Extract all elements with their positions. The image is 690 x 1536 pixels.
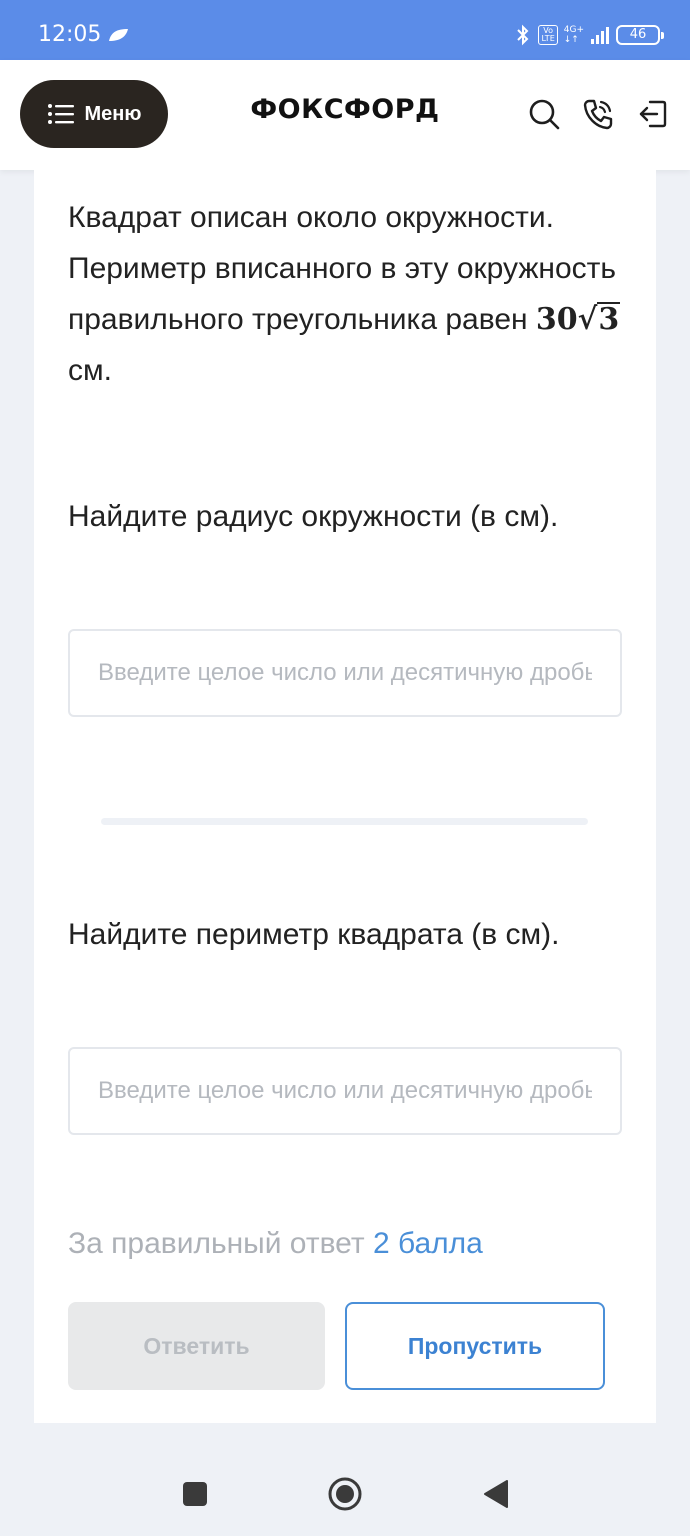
question-radius: Найдите радиус окружности (в см). <box>68 500 559 533</box>
math-expression: 30√3 <box>535 302 621 337</box>
question-perimeter: Найдите периметр квадрата (в см). <box>68 918 560 951</box>
math-radicand: 3 <box>597 302 621 337</box>
points-info: За правильный ответ 2 балла <box>68 1224 483 1264</box>
problem-text-before: Квадрат описан около окружности. Перимет… <box>68 201 617 336</box>
radius-answer-input[interactable] <box>68 629 622 717</box>
search-icon[interactable] <box>527 97 561 131</box>
problem-text-after: см. <box>68 354 112 387</box>
phone-icon[interactable] <box>581 97 615 131</box>
points-value: 2 балла <box>372 1227 483 1260</box>
volte-badge: Vo LTE <box>538 25 558 45</box>
status-time: 12:05 <box>38 22 102 47</box>
status-indicators: Vo LTE 4G+ ↓↑ 46 <box>514 20 664 50</box>
login-icon[interactable] <box>636 97 670 131</box>
back-icon[interactable] <box>481 1478 513 1510</box>
recents-icon[interactable] <box>179 1478 211 1510</box>
home-icon[interactable] <box>327 1476 363 1512</box>
battery-indicator: 46 <box>616 25 664 45</box>
skip-button[interactable]: Пропустить <box>345 1302 605 1390</box>
signal-icon <box>591 27 609 44</box>
bluetooth-icon <box>517 24 529 46</box>
problem-statement: Квадрат описан около окружности. Перимет… <box>68 192 628 396</box>
system-nav-bar <box>0 1450 690 1536</box>
points-prefix: За правильный ответ <box>68 1227 373 1260</box>
divider <box>101 818 588 825</box>
perimeter-answer-input[interactable] <box>68 1047 622 1135</box>
app-header: Меню ФОКСФОРД <box>0 60 690 170</box>
status-bar: 12:05 Vo LTE 4G+ ↓↑ 46 <box>0 0 690 60</box>
notification-icon <box>109 29 128 41</box>
math-coefficient: 30 <box>535 302 578 337</box>
answer-button[interactable]: Ответить <box>68 1302 325 1390</box>
network-type: 4G+ ↓↑ <box>563 25 584 45</box>
